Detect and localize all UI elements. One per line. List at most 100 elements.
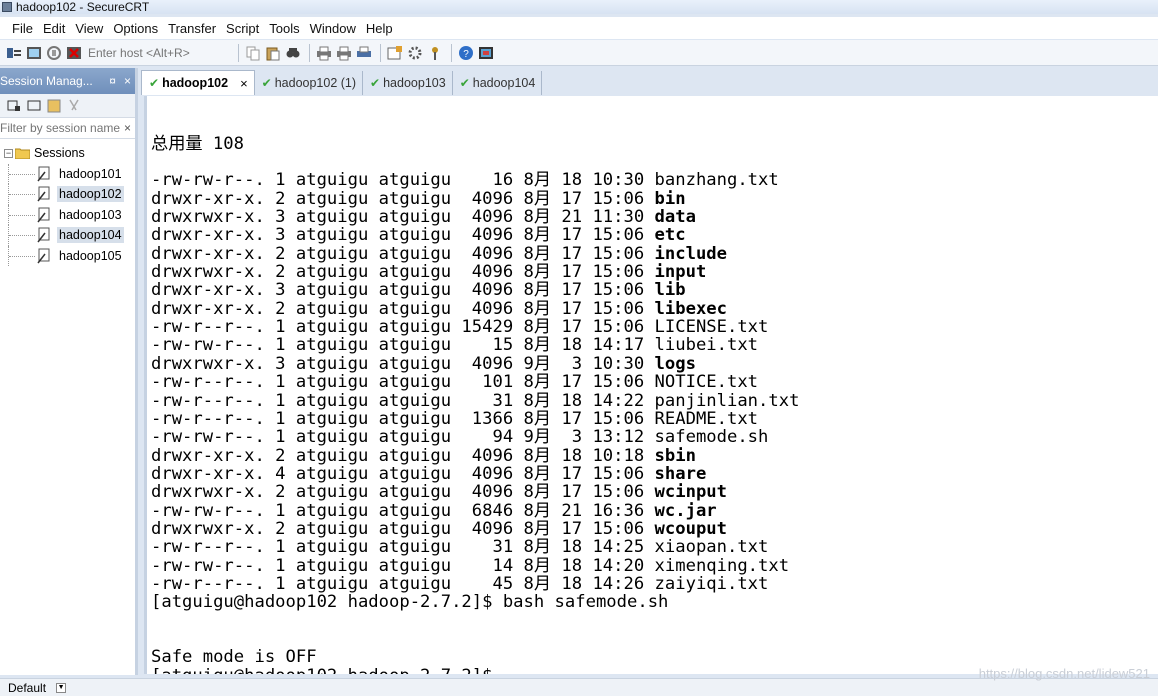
screen-icon[interactable] xyxy=(477,44,495,62)
menu-file[interactable]: File xyxy=(9,21,40,36)
session-manager-title: Session Manag... xyxy=(0,74,93,88)
global-options-icon[interactable] xyxy=(406,44,424,62)
tab-hadoop102[interactable]: ✔ hadoop102 × xyxy=(141,70,255,95)
session-icon xyxy=(36,186,52,203)
session-item-hadoop102[interactable]: hadoop102 xyxy=(0,184,135,205)
listing-row: -rw-r--r--. 1 atguigu atguigu 1366 8月 17… xyxy=(151,410,1158,428)
listing-row: drwxrwxr-x. 2 atguigu atguigu 4096 8月 17… xyxy=(151,483,1158,501)
print-selection-icon[interactable] xyxy=(335,44,353,62)
listing-row: -rw-rw-r--. 1 atguigu atguigu 94 9月 3 13… xyxy=(151,428,1158,446)
connected-check-icon: ✔ xyxy=(149,76,160,90)
properties-icon[interactable] xyxy=(46,98,62,114)
listing-filename: data xyxy=(654,207,696,228)
collapse-icon[interactable]: − xyxy=(4,148,13,158)
find-icon[interactable] xyxy=(284,44,302,62)
listing-attrs: -rw-rw-r--. 1 atguigu atguigu 15 8月 18 1… xyxy=(151,335,655,356)
chevron-down-icon[interactable]: ▼ xyxy=(56,682,67,693)
listing-row: -rw-rw-r--. 1 atguigu atguigu 15 8月 18 1… xyxy=(151,336,1158,354)
menu-help[interactable]: Help xyxy=(363,21,400,36)
menu-options[interactable]: Options xyxy=(110,21,165,36)
menu-view[interactable]: View xyxy=(72,21,110,36)
listing-row: -rw-r--r--. 1 atguigu atguigu 31 8月 18 1… xyxy=(151,390,1158,411)
connect-icon[interactable] xyxy=(5,44,23,62)
session-options-icon[interactable] xyxy=(386,44,404,62)
listing-attrs: -rw-r--r--. 1 atguigu atguigu 1366 8月 17… xyxy=(151,408,655,429)
session-item-hadoop101[interactable]: hadoop101 xyxy=(0,163,135,185)
listing-row: drwxr-xr-x. 2 atguigu atguigu 4096 8月 17… xyxy=(151,245,1158,263)
keymap-icon[interactable] xyxy=(426,44,444,62)
listing-row: -rw-r--r--. 1 atguigu atguigu 15429 8月 1… xyxy=(151,318,1158,336)
listing-row: drwxrwxr-x. 2 atguigu atguigu 4096 8月 17… xyxy=(151,263,1158,281)
pin-icon[interactable]: ¤ xyxy=(109,74,116,88)
tab-label: hadoop102 (1) xyxy=(274,76,357,90)
listing-row: drwxr-xr-x. 2 atguigu atguigu 4096 8月 17… xyxy=(151,190,1158,208)
listing-attrs: drwxr-xr-x. 3 atguigu atguigu 4096 8月 17… xyxy=(151,225,655,246)
toolbar: ? xyxy=(0,40,1158,66)
listing-attrs: drwxr-xr-x. 3 atguigu atguigu 4096 8月 17… xyxy=(151,280,655,301)
listing-row: -rw-r--r--. 1 atguigu atguigu 31 8月 18 1… xyxy=(151,538,1158,556)
sessions-folder-label: Sessions xyxy=(34,146,85,161)
listing-filename: ximenqing.txt xyxy=(654,555,790,576)
reconnect-icon[interactable] xyxy=(45,44,63,62)
menu-window[interactable]: Window xyxy=(307,21,363,36)
menu-tools[interactable]: Tools xyxy=(266,21,306,36)
menu-transfer[interactable]: Transfer xyxy=(165,21,223,36)
quick-connect-icon[interactable] xyxy=(25,44,43,62)
listing-attrs: -rw-r--r--. 1 atguigu atguigu 31 8月 18 1… xyxy=(151,537,655,558)
clear-filter-icon[interactable]: × xyxy=(124,121,135,135)
listing-row: drwxrwxr-x. 2 atguigu atguigu 4096 8月 17… xyxy=(151,520,1158,538)
listing-row: drwxr-xr-x. 2 atguigu atguigu 4096 8月 18… xyxy=(151,445,1158,466)
close-icon[interactable]: × xyxy=(124,74,131,88)
menu-script[interactable]: Script xyxy=(223,21,266,36)
session-item-hadoop104[interactable]: hadoop104 xyxy=(0,225,135,246)
title-bar: hadoop102 - SecureCRT xyxy=(0,0,1158,14)
securecrt-app-icon xyxy=(2,2,12,12)
print-setup-icon[interactable] xyxy=(355,44,373,62)
profile-label: Default xyxy=(8,680,47,695)
listing-attrs: drwxrwxr-x. 2 atguigu atguigu 4096 8月 17… xyxy=(151,482,655,503)
listing-attrs: drwxr-xr-x. 2 atguigu atguigu 4096 8月 18… xyxy=(151,445,655,466)
print-icon[interactable] xyxy=(315,44,333,62)
help-icon[interactable]: ? xyxy=(457,44,475,62)
session-icon xyxy=(36,165,52,182)
disconnect-icon[interactable] xyxy=(65,44,83,62)
cut-icon[interactable] xyxy=(66,98,82,114)
session-icon xyxy=(36,227,52,244)
listing-row: -rw-r--r--. 1 atguigu atguigu 101 8月 17 … xyxy=(151,373,1158,391)
svg-text:?: ? xyxy=(463,49,469,60)
session-manager-header: Session Manag... ¤ × xyxy=(0,68,135,94)
paste-icon[interactable] xyxy=(264,44,282,62)
listing-row: drwxrwxr-x. 3 atguigu atguigu 4096 8月 21… xyxy=(151,208,1158,226)
listing-attrs: -rw-rw-r--. 1 atguigu atguigu 94 9月 3 13… xyxy=(151,427,655,448)
menu-edit[interactable]: Edit xyxy=(40,21,72,36)
session-filter: × xyxy=(0,118,135,139)
terminal-output[interactable]: 总用量 108 -rw-rw-r--. 1 atguigu atguigu 16… xyxy=(144,96,1158,674)
tab-label: hadoop104 xyxy=(472,76,536,90)
listing-filename: input xyxy=(654,262,707,283)
new-session-icon[interactable] xyxy=(26,98,42,114)
connect-session-icon[interactable] xyxy=(6,98,22,114)
listing-filename: LICENSE.txt xyxy=(654,317,769,338)
copy-icon[interactable] xyxy=(244,44,262,62)
enter-host-input[interactable] xyxy=(85,42,233,63)
session-filter-input[interactable] xyxy=(0,121,124,135)
tab-hadoop102-1[interactable]: ✔ hadoop102 (1) xyxy=(255,71,364,95)
menu-bar: File Edit View Options Transfer Script T… xyxy=(0,17,1158,39)
listing-filename: liubei.txt xyxy=(654,335,759,356)
sessions-folder[interactable]: − Sessions xyxy=(0,143,135,164)
tab-hadoop104[interactable]: ✔ hadoop104 xyxy=(453,71,543,95)
listing-attrs: -rw-r--r--. 1 atguigu atguigu 31 8月 18 1… xyxy=(151,390,655,411)
session-manager-pane: Session Manag... ¤ × × − Sessions hadoop… xyxy=(0,68,138,675)
listing-row: -rw-rw-r--. 1 atguigu atguigu 14 8月 18 1… xyxy=(151,555,1158,576)
window-title: hadoop102 - SecureCRT xyxy=(16,0,150,14)
tab-hadoop103[interactable]: ✔ hadoop103 xyxy=(363,71,453,95)
terminal-total-line: 总用量 108 xyxy=(151,133,244,154)
session-item-hadoop105[interactable]: hadoop105 xyxy=(0,245,135,267)
terminal-line: [atguigu@hadoop102 hadoop-2.7.2]$ bash s… xyxy=(151,592,669,613)
listing-row: drwxr-xr-x. 2 atguigu atguigu 4096 8月 17… xyxy=(151,300,1158,318)
listing-filename: README.txt xyxy=(654,408,759,429)
close-tab-icon[interactable]: × xyxy=(240,76,248,91)
session-item-hadoop103[interactable]: hadoop103 xyxy=(0,204,135,226)
listing-filename: banzhang.txt xyxy=(654,170,779,191)
